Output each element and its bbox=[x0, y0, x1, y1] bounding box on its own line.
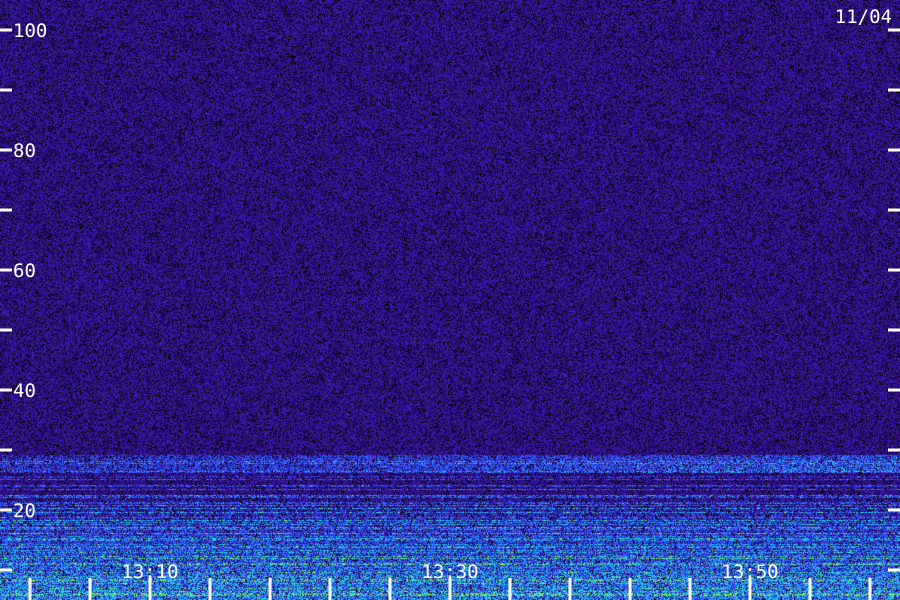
date-label: 11/04 bbox=[835, 6, 892, 28]
y-axis-right bbox=[888, 28, 900, 572]
x-tick-label: 13:10 bbox=[121, 561, 178, 583]
x-tick-label: 13:50 bbox=[721, 561, 778, 583]
y-tick-label: 80 bbox=[13, 140, 36, 162]
x-tick-label: 13:30 bbox=[421, 561, 478, 583]
y-tick-label: 40 bbox=[13, 380, 36, 402]
y-tick-label: 60 bbox=[13, 260, 36, 282]
x-axis: 13:10 13:30 13:50 bbox=[28, 561, 872, 600]
y-axis-left: 100 80 60 40 20 bbox=[0, 20, 47, 572]
y-tick-label: 20 bbox=[13, 500, 36, 522]
y-tick-label: 100 bbox=[13, 20, 47, 42]
axes-overlay: 100 80 60 40 20 13:10 13:30 13:50 11/04 bbox=[0, 6, 900, 600]
